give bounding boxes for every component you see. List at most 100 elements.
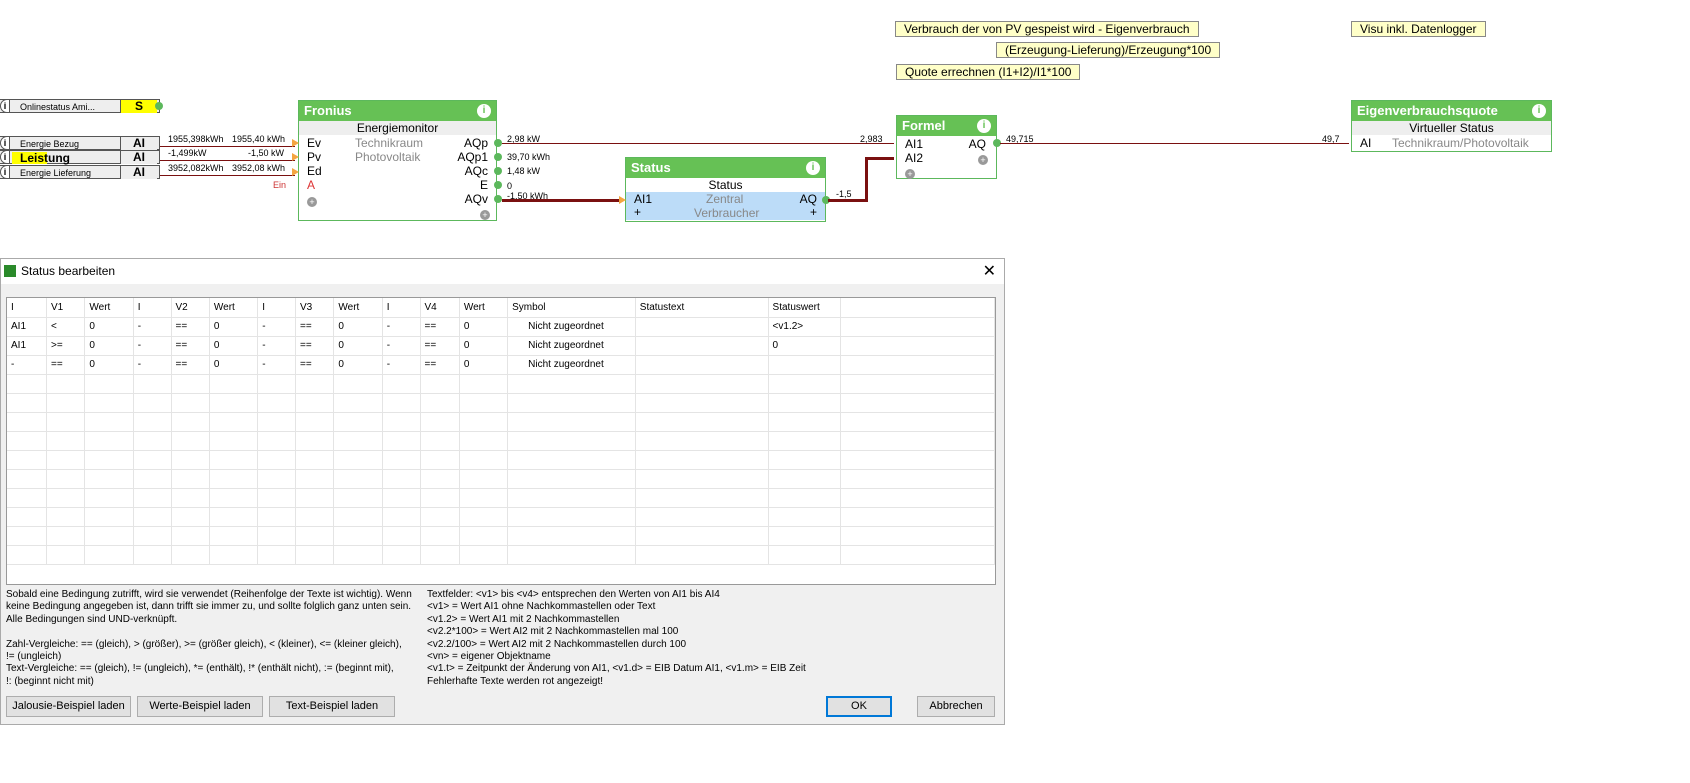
table-cell[interactable]: [382, 488, 421, 508]
table-cell[interactable]: [635, 488, 769, 508]
table-cell[interactable]: ==: [420, 317, 460, 337]
table-row-empty[interactable]: [7, 545, 995, 565]
table-cell[interactable]: [46, 469, 86, 489]
output-pin[interactable]: AQv: [465, 192, 488, 206]
table-cell[interactable]: [209, 431, 259, 451]
output-pin[interactable]: AQ: [969, 137, 986, 151]
table-cell[interactable]: [171, 412, 210, 432]
table-cell[interactable]: [209, 488, 259, 508]
input-pin[interactable]: AI2: [905, 151, 923, 165]
table-cell[interactable]: [7, 488, 47, 508]
table-cell[interactable]: [257, 393, 296, 413]
column-header[interactable]: I: [382, 298, 421, 318]
table-cell[interactable]: Nicht zugeordnet: [507, 336, 636, 356]
input-tag-onlinestatus[interactable]: i Onlinestatus Ami... S: [0, 99, 160, 113]
table-cell[interactable]: [382, 545, 421, 565]
table-cell[interactable]: [507, 412, 636, 432]
table-cell[interactable]: AI1: [7, 317, 47, 337]
table-cell[interactable]: [333, 393, 383, 413]
table-cell[interactable]: [209, 469, 259, 489]
table-cell[interactable]: [46, 545, 86, 565]
table-cell[interactable]: [635, 431, 769, 451]
load-jalousie-example-button[interactable]: Jalousie-Beispiel laden: [6, 696, 131, 717]
comment-note[interactable]: (Erzeugung-Lieferung)/Erzeugung*100: [996, 42, 1221, 58]
table-cell[interactable]: [257, 545, 296, 565]
table-cell[interactable]: [420, 412, 460, 432]
input-tag-energie-bezug[interactable]: i Energie Bezug AI: [0, 136, 160, 150]
info-icon[interactable]: i: [477, 104, 491, 118]
table-cell[interactable]: [382, 469, 421, 489]
table-cell[interactable]: [46, 374, 86, 394]
table-cell[interactable]: [46, 507, 86, 527]
table-cell[interactable]: [333, 488, 383, 508]
wire[interactable]: [160, 175, 295, 176]
table-cell[interactable]: [84, 431, 134, 451]
table-cell[interactable]: [46, 431, 86, 451]
table-cell[interactable]: [133, 450, 172, 470]
input-pin[interactable]: Ed: [307, 164, 322, 178]
table-cell[interactable]: [635, 526, 769, 546]
wire[interactable]: [865, 157, 868, 202]
table-cell[interactable]: 0: [84, 336, 134, 356]
table-cell[interactable]: [840, 355, 995, 375]
conditions-table[interactable]: I V1 Wert I V2 Wert I V3 Wert I V4 Wert Symbol Status…: [6, 297, 996, 585]
ok-button[interactable]: OK: [826, 696, 892, 717]
table-cell[interactable]: ==: [46, 355, 86, 375]
table-cell[interactable]: [507, 507, 636, 527]
column-header[interactable]: Symbol: [507, 298, 636, 318]
table-cell[interactable]: [133, 488, 172, 508]
eigenverbrauchsquote-block[interactable]: Eigenverbrauchsquote i Virtueller Status …: [1351, 100, 1552, 152]
table-cell[interactable]: [420, 526, 460, 546]
table-cell[interactable]: [46, 488, 86, 508]
table-cell[interactable]: [333, 412, 383, 432]
table-row-empty[interactable]: [7, 393, 995, 413]
table-cell[interactable]: [635, 507, 769, 527]
table-cell[interactable]: 0: [333, 355, 383, 375]
table-cell[interactable]: [7, 507, 47, 527]
table-cell[interactable]: [635, 450, 769, 470]
wire[interactable]: [160, 160, 295, 161]
table-cell[interactable]: [133, 526, 172, 546]
table-cell[interactable]: 0: [768, 336, 842, 356]
table-cell[interactable]: 0: [84, 355, 134, 375]
table-cell[interactable]: [7, 545, 47, 565]
wire[interactable]: [865, 157, 894, 160]
table-cell[interactable]: -: [257, 336, 296, 356]
table-cell[interactable]: [257, 469, 296, 489]
wire[interactable]: [1000, 143, 1349, 144]
table-cell[interactable]: [459, 507, 509, 527]
column-header[interactable]: Wert: [459, 298, 509, 318]
table-cell[interactable]: [768, 355, 842, 375]
table-cell[interactable]: [840, 507, 995, 527]
fronius-block[interactable]: Fronius i Energiemonitor Ev Pv Ed A + Tec…: [298, 100, 497, 221]
column-header[interactable]: Statustext: [635, 298, 769, 318]
formel-block[interactable]: Formel i AI1 AI2 + AQ +: [896, 115, 997, 179]
table-cell[interactable]: [209, 412, 259, 432]
table-cell[interactable]: [635, 545, 769, 565]
table-cell[interactable]: [840, 469, 995, 489]
table-cell[interactable]: [84, 488, 134, 508]
table-cell[interactable]: [295, 507, 335, 527]
table-cell[interactable]: [459, 393, 509, 413]
output-connector[interactable]: [155, 102, 163, 110]
table-cell[interactable]: [333, 374, 383, 394]
table-cell[interactable]: 0: [333, 317, 383, 337]
table-cell[interactable]: [420, 507, 460, 527]
load-text-example-button[interactable]: Text-Beispiel laden: [269, 696, 395, 717]
table-cell[interactable]: [420, 393, 460, 413]
table-cell[interactable]: -: [382, 355, 421, 375]
table-cell[interactable]: [133, 412, 172, 432]
close-icon[interactable]: ✕: [983, 259, 996, 284]
table-cell[interactable]: [7, 526, 47, 546]
input-pin[interactable]: AI1: [905, 137, 923, 151]
table-cell[interactable]: [171, 450, 210, 470]
input-pin[interactable]: AI: [1360, 136, 1371, 150]
table-cell[interactable]: [382, 526, 421, 546]
table-cell[interactable]: -: [133, 336, 172, 356]
table-cell[interactable]: [382, 431, 421, 451]
table-cell[interactable]: [257, 431, 296, 451]
table-cell[interactable]: -: [257, 355, 296, 375]
table-cell[interactable]: [84, 450, 134, 470]
comment-note[interactable]: Quote errechnen (I1+I2)/I1*100: [896, 64, 1081, 80]
table-cell[interactable]: [133, 431, 172, 451]
